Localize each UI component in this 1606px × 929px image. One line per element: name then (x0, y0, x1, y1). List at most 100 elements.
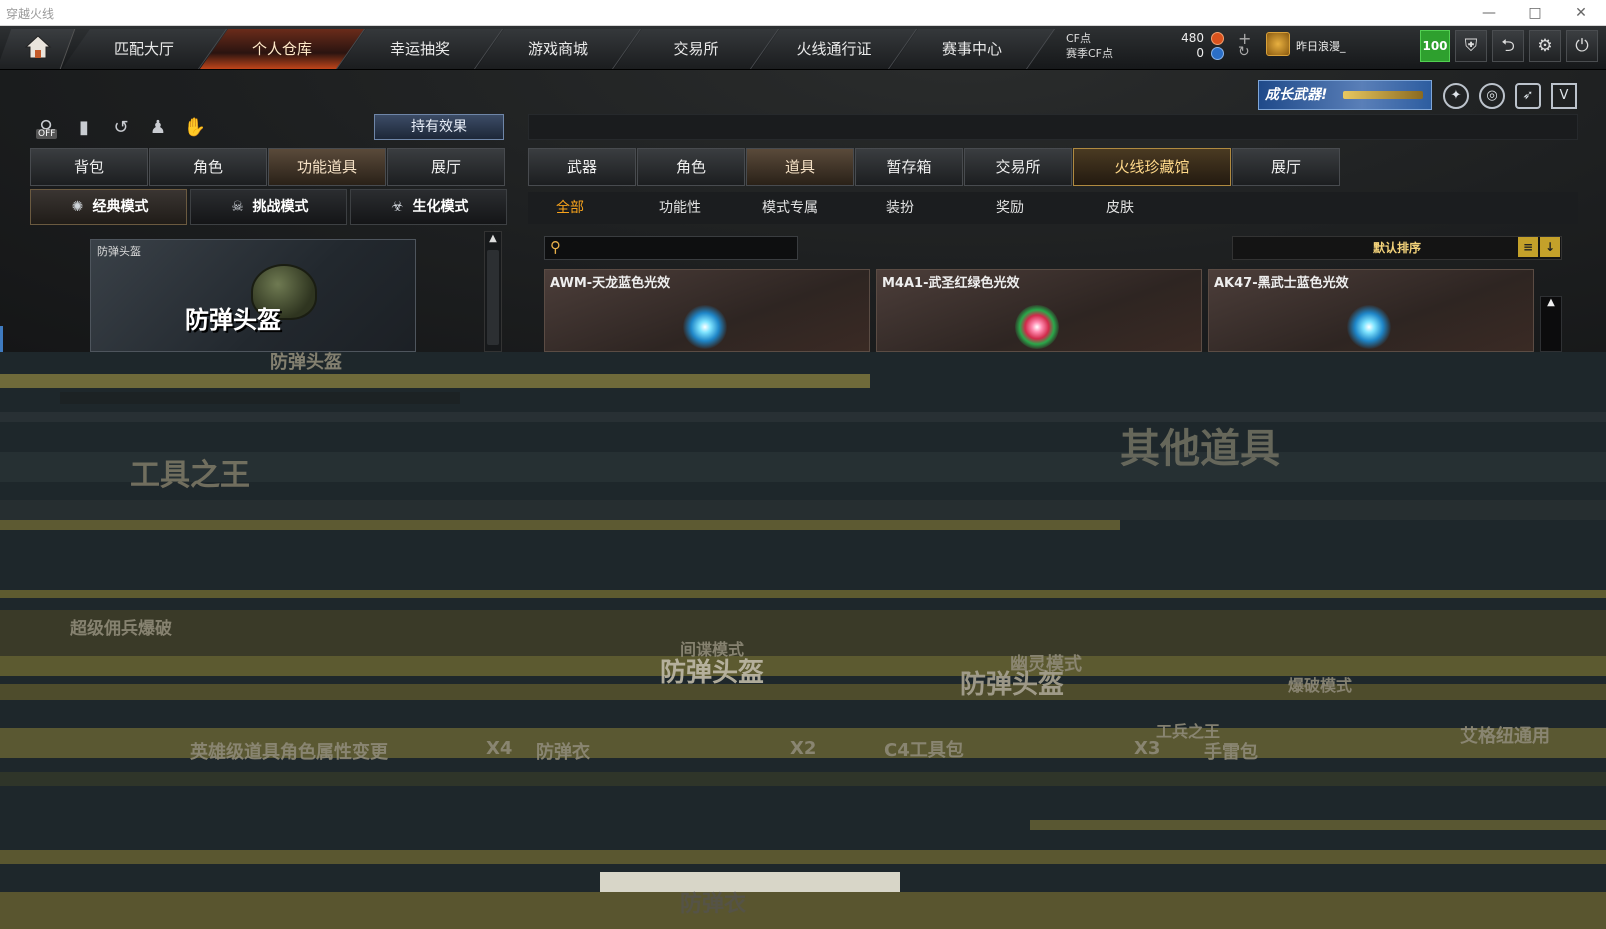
tab-character[interactable]: 角色 (149, 148, 267, 186)
refresh-icon[interactable]: ↻ (1238, 44, 1250, 60)
subtab-cosmetic[interactable]: 装扮 (860, 192, 940, 224)
tab-showroom[interactable]: 展厅 (387, 148, 505, 186)
nav-tab-game-shop[interactable]: 游戏商城 (475, 29, 642, 69)
v-logo-icon[interactable]: V (1551, 83, 1577, 109)
tab-temp-box[interactable]: 暂存箱 (855, 148, 963, 186)
scroll-up-icon[interactable]: ▲ (485, 233, 501, 244)
star-burst-icon: ✺ (71, 199, 84, 215)
subtab-functional[interactable]: 功能性 (640, 192, 720, 224)
main-nav-tabs: 匹配大厅 个人仓库 幸运抽奖 游戏商城 交易所 火线通行证 赛事中心 (61, 29, 1056, 69)
mode-zombie[interactable]: ☣ 生化模式 (350, 189, 507, 225)
cf-point-label: CF点 (1066, 32, 1092, 45)
nav-tab-lucky-draw[interactable]: 幸运抽奖 (337, 29, 504, 69)
glitch-label: 防弹衣 (536, 742, 590, 763)
card-name: AK47-黑武士蓝色光效 (1214, 276, 1349, 291)
history-icon[interactable]: ↺ (107, 114, 135, 142)
glitch-label: 爆破模式 (1288, 676, 1353, 695)
list-icon[interactable]: ≡ (1518, 237, 1538, 257)
glitch-label: X2 (790, 738, 817, 759)
tab-props[interactable]: 道具 (746, 148, 854, 186)
item-tag: 防弹头盔 (97, 245, 141, 258)
search-icon: ⚲ (550, 238, 561, 256)
tab-weapons[interactable]: 武器 (528, 148, 636, 186)
glitch-band (0, 590, 1606, 598)
left-tabs: 背包 角色 功能道具 展厅 (30, 148, 506, 186)
home-icon[interactable] (24, 34, 52, 60)
search-input[interactable]: ⚲ (544, 236, 798, 260)
window-titlebar: 穿越火线 — □ ✕ (0, 0, 1606, 26)
glitch-label: 超级佣兵爆破 (70, 619, 172, 639)
nav-tab-events[interactable]: 赛事中心 (889, 29, 1056, 69)
tab-roles[interactable]: 角色 (637, 148, 745, 186)
subtab-all[interactable]: 全部 (530, 192, 610, 224)
tab-backpack[interactable]: 背包 (30, 148, 148, 186)
sort-order-icon[interactable]: ↓ (1540, 237, 1560, 257)
glitch-label: 工兵之王 (1156, 722, 1221, 741)
sort-dropdown[interactable]: 默认排序 (1232, 236, 1562, 260)
season-cf-value: 0 (1196, 46, 1204, 60)
card-name: M4A1-武圣红绿色光效 (882, 276, 1020, 291)
chart-icon[interactable]: ▮ (70, 114, 98, 142)
glitch-band (0, 374, 870, 388)
holding-effect-button[interactable]: 持有效果 (374, 114, 504, 140)
glitch-band (0, 850, 1606, 864)
subtab-reward[interactable]: 奖励 (970, 192, 1050, 224)
skull-icon: ☠ (231, 199, 244, 215)
collection-card[interactable]: AWM-天龙蓝色光效 (544, 269, 870, 352)
promo-banner[interactable]: 成长武器! (1258, 80, 1432, 110)
item-card-helmet[interactable]: 防弹头盔 防弹头盔 (90, 239, 416, 352)
glitch-band (0, 892, 1606, 929)
scroll-up-icon[interactable]: ▲ (1541, 297, 1561, 308)
left-scrollbar[interactable]: ▲ (484, 231, 502, 352)
cf-coin-icon (1211, 32, 1224, 45)
subtab-skin[interactable]: 皮肤 (1080, 192, 1160, 224)
glitch-label: X4 (486, 738, 513, 759)
badge-icon[interactable]: ✦ (1443, 83, 1469, 109)
character-icon[interactable]: ♟ (144, 114, 172, 142)
season-coin-icon (1211, 47, 1224, 60)
glitch-band (0, 684, 1606, 700)
glove-icon[interactable]: ✋ (181, 114, 209, 142)
currency-values: 480 0 (1148, 31, 1204, 61)
avatar[interactable] (1266, 32, 1290, 56)
right-tabs: 武器 角色 道具 暂存箱 交易所 火线珍藏馆 展厅 (528, 148, 1341, 186)
right-info-strip (528, 114, 1578, 140)
tab-collection[interactable]: 火线珍藏馆 (1073, 148, 1231, 186)
scroll-thumb[interactable] (487, 250, 499, 345)
power-icon[interactable]: ⏻ (1566, 30, 1598, 62)
mode-tabs: ✺ 经典模式 ☠ 挑战模式 ☣ 生化模式 (30, 189, 510, 225)
shield-icon[interactable]: ⛨ (1455, 30, 1487, 62)
corrupted-render-area: 防弹头盔 其他道具 工具之王 超级佣兵爆破 间谍模式 防弹头盔 幽灵模式 防弹头… (0, 352, 1606, 929)
red-green-glow-icon (1015, 305, 1059, 349)
glitch-band (1030, 820, 1606, 830)
rifle-icon (1343, 91, 1423, 99)
return-icon[interactable]: ⮌ (1492, 30, 1524, 62)
right-scrollbar[interactable]: ▲ (1540, 296, 1562, 352)
globe-icon[interactable]: ◎ (1479, 83, 1505, 109)
gear-icon[interactable]: ⚙ (1529, 30, 1561, 62)
subtab-mode-exclusive[interactable]: 模式专属 (750, 192, 830, 224)
close-icon[interactable]: ✕ (1570, 3, 1592, 23)
off-tag: OFF (36, 129, 58, 139)
minimize-icon[interactable]: — (1478, 3, 1500, 23)
nav-tab-exchange[interactable]: 交易所 (613, 29, 780, 69)
maximize-icon[interactable]: □ (1524, 3, 1546, 23)
mode-challenge[interactable]: ☠ 挑战模式 (190, 189, 347, 225)
game-area: 匹配大厅 个人仓库 幸运抽奖 游戏商城 交易所 火线通行证 赛事中心 CF点 赛… (0, 26, 1606, 352)
tab-gallery[interactable]: 展厅 (1232, 148, 1340, 186)
glitch-band (0, 520, 1120, 530)
nav-tab-battle-pass[interactable]: 火线通行证 (751, 29, 918, 69)
glitch-label: 防弹头盔 (960, 670, 1065, 700)
collection-card[interactable]: AK47-黑武士蓝色光效 (1208, 269, 1534, 352)
season-cf-label: 赛季CF点 (1066, 47, 1114, 60)
glitch-label: 防弹头盔 (660, 658, 765, 688)
nav-tab-match-lobby[interactable]: 匹配大厅 (61, 29, 228, 69)
mode-classic[interactable]: ✺ 经典模式 (30, 189, 187, 225)
cf-point-value: 480 (1181, 31, 1204, 45)
rocket-icon[interactable]: ➶ (1515, 83, 1541, 109)
collection-card[interactable]: M4A1-武圣红绿色光效 (876, 269, 1202, 352)
glitch-label: 英雄级道具角色属性变更 (190, 742, 388, 763)
nav-tab-personal-storage[interactable]: 个人仓库 (199, 29, 366, 69)
tab-functional-items[interactable]: 功能道具 (268, 148, 386, 186)
tab-trade[interactable]: 交易所 (964, 148, 1072, 186)
